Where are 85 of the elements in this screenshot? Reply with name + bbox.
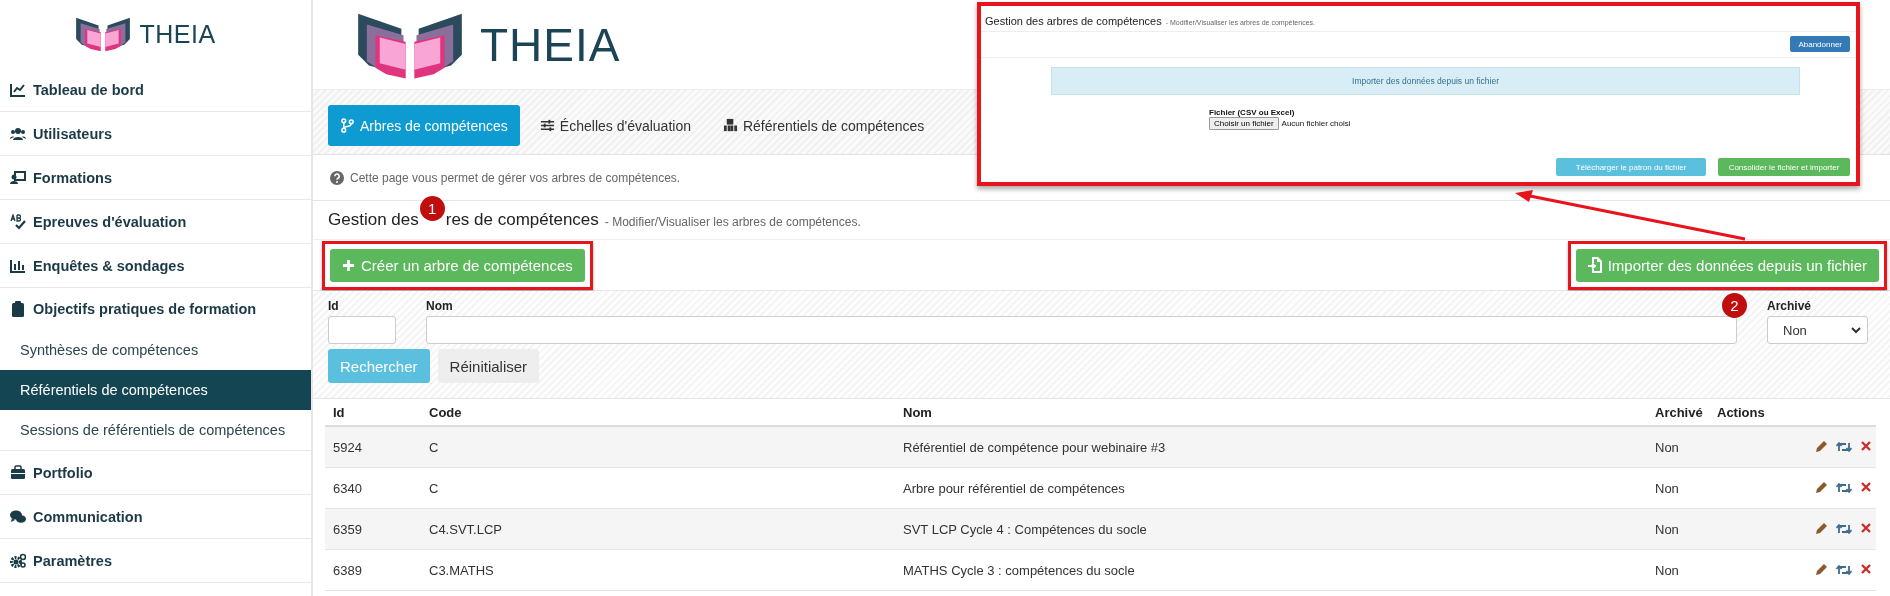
tab[interactable]: Référentiels de compétences xyxy=(710,105,937,146)
chart-line-icon xyxy=(10,81,26,98)
sidebar-subitem[interactable]: Synthèses de compétences xyxy=(0,330,311,370)
users-icon xyxy=(10,125,26,142)
inset-title: Gestion des arbres de compétences xyxy=(985,15,1162,27)
field-label: Nom xyxy=(426,299,453,313)
sidebar-item[interactable]: Tableau de bord xyxy=(0,68,311,112)
column-header: Nom xyxy=(903,404,933,420)
choose-file-button[interactable]: Choisir un fichier xyxy=(1209,117,1279,130)
import-banner: Importer des données depuis un fichier xyxy=(1051,67,1800,95)
sidebar-item[interactable]: Formations xyxy=(0,156,311,200)
step-badge: 2 xyxy=(1722,293,1747,318)
page-title: Gestion des xyxy=(328,210,419,230)
chat-bubbles-icon xyxy=(10,508,26,525)
sidebar-item[interactable]: Portfolio xyxy=(0,451,311,495)
sidebar-item[interactable]: Utilisateurs xyxy=(0,112,311,156)
sidebar-item[interactable]: Paramètres xyxy=(0,539,311,583)
clipboard-icon xyxy=(10,301,26,317)
close-icon xyxy=(1860,563,1872,575)
file-import-icon xyxy=(1587,257,1602,273)
pencil-icon xyxy=(1814,481,1828,495)
table-cell-text: 6340 xyxy=(333,480,363,496)
column-header: Code xyxy=(429,404,463,420)
retweet-icon xyxy=(1836,481,1852,495)
butterfly-logo-icon xyxy=(75,16,132,52)
table-cell-text: Non xyxy=(1655,439,1680,455)
sidebar-subitem[interactable]: Référentiels de compétences xyxy=(0,370,311,410)
table-cell-text: C4.SVT.LCP xyxy=(429,521,503,537)
step-badge: 1 xyxy=(419,195,445,221)
bar-chart-icon xyxy=(10,257,26,274)
cancel-button[interactable]: Abandonner xyxy=(1790,36,1850,52)
name-field[interactable] xyxy=(426,316,1737,344)
table-cell-text: SVT LCP Cycle 4 : Compétences du socle xyxy=(903,521,1148,537)
table-cell-text: Arbre pour référentiel de compétences xyxy=(903,480,1126,496)
gears-icon xyxy=(10,552,26,569)
retweet-icon xyxy=(1836,522,1852,536)
spell-check-icon xyxy=(10,213,26,230)
sidebar-subitem[interactable]: Sessions de référentiels de compétences xyxy=(0,410,311,450)
id-field[interactable] xyxy=(328,316,396,344)
column-header: Actions xyxy=(1717,404,1766,420)
table-cell-text: Non xyxy=(1655,480,1680,496)
close-icon xyxy=(1860,522,1872,534)
logo-text: THEIA xyxy=(139,19,216,49)
logo-text: THEIA xyxy=(480,17,621,72)
table-cell-text: C3.MATHS xyxy=(429,562,495,578)
sidebar-item[interactable]: Epreuves d'évaluation xyxy=(0,200,311,244)
field-label: Id xyxy=(328,299,339,313)
column-header: Archivé xyxy=(1655,404,1704,420)
file-status-text: Aucun fichier choisi xyxy=(1281,119,1351,128)
sidebar-item[interactable]: Objectifs pratiques de formation xyxy=(0,288,311,330)
archived-dropdown[interactable]: Non xyxy=(1767,316,1868,344)
table-cell-text: 6359 xyxy=(333,521,363,537)
briefcase-icon xyxy=(10,464,26,481)
pencil-icon xyxy=(1814,563,1828,577)
pencil-icon xyxy=(1814,440,1828,454)
tab[interactable]: Échelles d'évaluation xyxy=(527,105,703,146)
help-icon xyxy=(330,170,344,185)
retweet-icon xyxy=(1836,440,1852,454)
info-text: Cette page vous permet de gérer vos arbres de compétences. xyxy=(350,170,681,185)
plus-icon xyxy=(342,258,355,272)
page-subtitle: - Modifier/Visualiser les arbres de compétences. xyxy=(604,214,861,229)
page-title: res de compétences xyxy=(445,210,599,230)
field-label: Archivé xyxy=(1767,299,1812,313)
table-cell-text: Référentiel de compétence pour webinaire #3 xyxy=(903,439,1167,455)
table-cell-text: Non xyxy=(1655,521,1680,537)
close-icon xyxy=(1860,440,1872,452)
close-icon xyxy=(1860,481,1872,493)
branch-icon xyxy=(340,118,355,133)
sidebar-item[interactable]: Communication xyxy=(0,495,311,539)
table-cell-text: C xyxy=(429,439,440,455)
table-cell-text: C xyxy=(429,480,440,496)
table-cell-text: 5924 xyxy=(333,439,363,455)
table-cell-text: Non xyxy=(1655,562,1680,578)
table-cell-text: MATHS Cycle 3 : compétences du socle xyxy=(903,562,1136,578)
table-cell-text: 6389 xyxy=(333,562,363,578)
sidebar-item[interactable]: Enquêtes & sondages xyxy=(0,244,311,288)
reset-button[interactable]: Réinitialiser xyxy=(437,349,540,383)
field-label: Fichier (CSV ou Excel) xyxy=(1209,108,1296,117)
chevron-down-icon xyxy=(1851,326,1861,334)
column-header: Id xyxy=(333,404,346,420)
sliders-icon xyxy=(539,118,555,133)
teacher-board-icon xyxy=(10,169,26,186)
retweet-icon xyxy=(1836,563,1852,577)
pencil-icon xyxy=(1814,522,1828,536)
cubes-icon xyxy=(722,118,738,133)
